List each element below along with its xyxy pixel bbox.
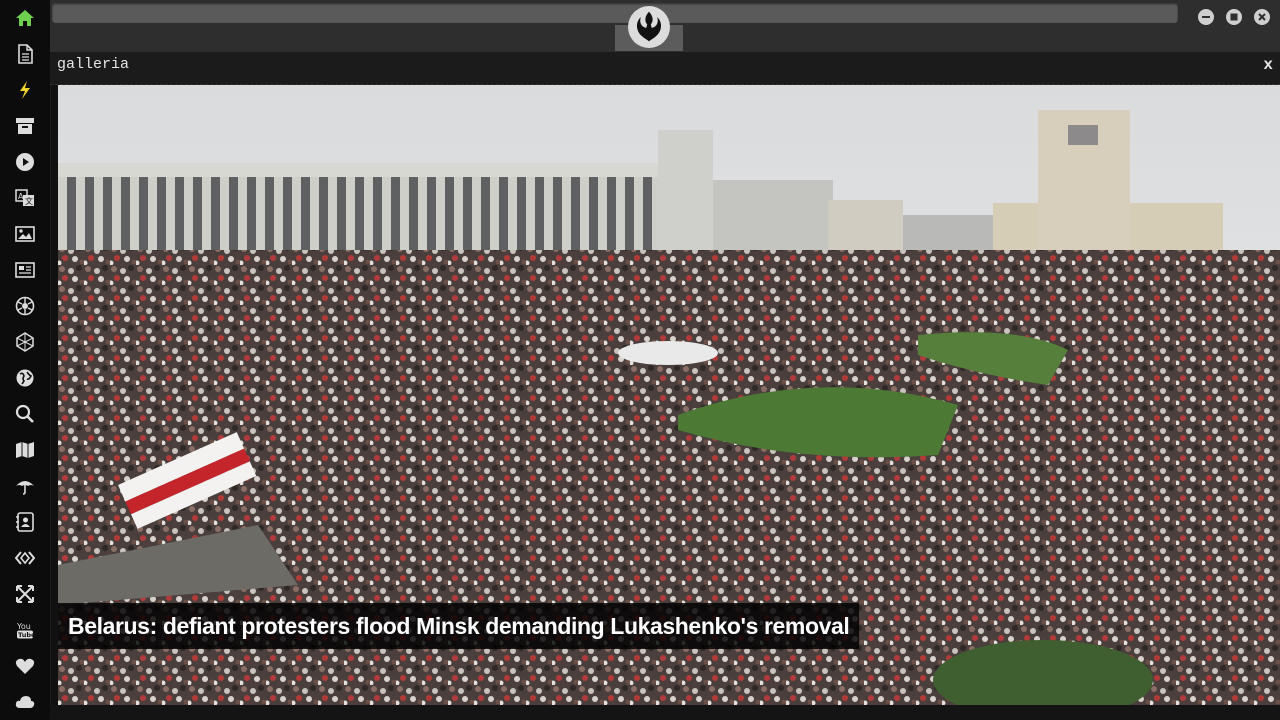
play-icon[interactable] [14,151,36,173]
contact-card-icon[interactable] [14,511,36,533]
search-icon[interactable] [14,403,36,425]
svg-text:文: 文 [25,196,33,206]
svg-text:You: You [16,622,31,631]
close-icon[interactable] [1254,9,1270,25]
maximize-icon[interactable] [1226,9,1242,25]
code-icon[interactable] [14,547,36,569]
photo-caption: Belarus: defiant protesters flood Minsk … [58,603,860,649]
globe-icon[interactable] [14,367,36,389]
heart-icon[interactable] [14,655,36,677]
document-icon[interactable] [14,43,36,65]
translate-icon[interactable]: A文 [14,187,36,209]
home-icon[interactable] [14,7,36,29]
svg-text:Tube: Tube [18,631,35,639]
rebel-alliance-icon [628,6,670,48]
rebel-icon[interactable] [14,295,36,317]
minimize-icon[interactable] [1198,9,1214,25]
expand-icon[interactable] [14,583,36,605]
news-icon[interactable] [14,259,36,281]
panel-header: galleria x [50,52,1280,85]
address-bar[interactable] [52,3,1178,23]
bottom-strip [50,705,1280,720]
panel-close-button[interactable]: x [1263,56,1273,74]
youtube-icon[interactable]: You Tube [14,619,36,641]
umbrella-icon[interactable] [14,475,36,497]
sidebar: A文 You Tube [0,0,51,720]
top-bar [50,0,1280,52]
svg-text:A: A [18,192,24,201]
image-icon[interactable] [14,223,36,245]
map-icon[interactable] [14,439,36,461]
empire-icon[interactable] [14,331,36,353]
archive-icon[interactable] [14,115,36,137]
lightning-icon[interactable] [14,79,36,101]
gallery-viewer[interactable]: Belarus: defiant protesters flood Minsk … [58,85,1280,705]
cloud-icon[interactable] [14,691,36,713]
panel-title: galleria [57,56,130,73]
